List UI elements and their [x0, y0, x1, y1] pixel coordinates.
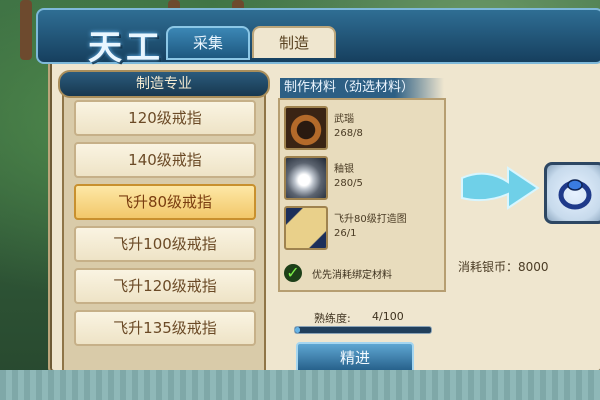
material-count: 280/5: [334, 178, 363, 189]
recipe-item-selected[interactable]: 飞升80级戒指: [74, 184, 256, 220]
recipe-list-header: 制造专业: [58, 70, 270, 98]
window-logo: 天工: [88, 28, 164, 68]
result-item-slot[interactable]: [544, 162, 600, 224]
tab-gather[interactable]: 采集: [166, 26, 250, 60]
proficiency-value: 4/100: [372, 310, 404, 323]
ring-icon: [558, 179, 592, 210]
tab-craft[interactable]: 制造: [252, 26, 336, 58]
tree-trunk: [20, 0, 32, 60]
recipe-item[interactable]: 120级戒指: [74, 100, 256, 136]
material-count: 26/1: [334, 228, 357, 239]
recipe-item[interactable]: 飞升120级戒指: [74, 268, 256, 304]
silver-ore-icon: [284, 156, 328, 200]
ring-band-icon: [284, 106, 328, 150]
arrow-right-icon: [461, 166, 540, 210]
bottom-band: [0, 370, 600, 400]
proficiency-label: 熟练度:: [314, 312, 351, 325]
material-name: 釉银: [334, 164, 354, 175]
checkmark-icon: ✓: [284, 264, 302, 282]
materials-header: 制作材料（劲选材料）: [280, 78, 444, 98]
recipe-item[interactable]: 140级戒指: [74, 142, 256, 178]
proficiency-fill: [295, 327, 301, 333]
scroll-icon: [284, 206, 328, 250]
proficiency-bar: [294, 326, 432, 334]
material-name: 武瑙: [334, 114, 354, 125]
prefer-bound-label: 优先消耗绑定材料: [312, 270, 392, 281]
material-row[interactable]: 武瑙 268/8: [284, 106, 434, 150]
recipe-item[interactable]: 飞升100级戒指: [74, 226, 256, 262]
material-count: 268/8: [334, 128, 363, 139]
material-row[interactable]: 釉银 280/5: [284, 156, 434, 200]
cost-text: 消耗银币：8000: [458, 260, 549, 274]
recipe-item[interactable]: 飞升135级戒指: [74, 310, 256, 346]
material-row[interactable]: 飞升80级打造图 26/1: [284, 206, 434, 250]
material-name: 飞升80级打造图: [334, 214, 407, 225]
